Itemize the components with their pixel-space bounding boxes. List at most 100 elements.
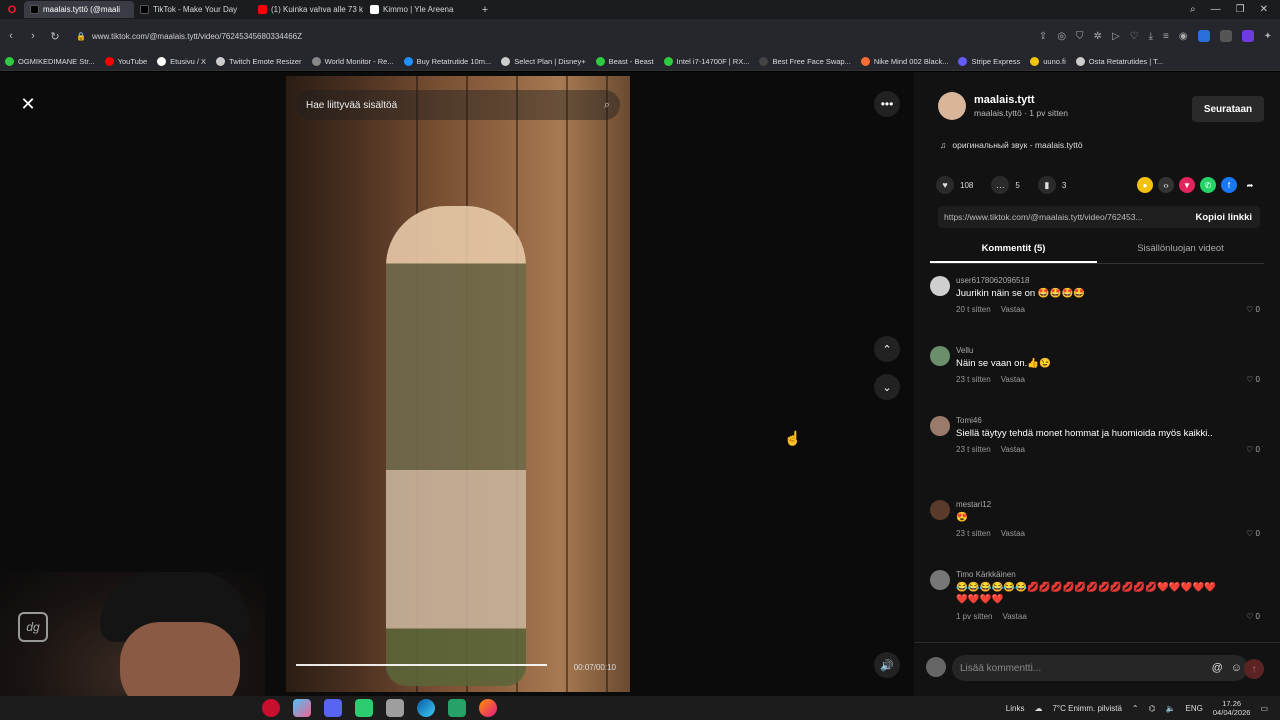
comment-user[interactable]: Vellu — [956, 346, 1226, 355]
avatar[interactable] — [930, 276, 950, 296]
heart-icon[interactable]: ♡ — [1130, 31, 1139, 42]
reply-button[interactable]: Vastaa — [1002, 612, 1026, 621]
facebook-icon[interactable]: f — [1221, 177, 1237, 193]
reply-button[interactable]: Vastaa — [1001, 529, 1025, 538]
follow-button[interactable]: Seurataan — [1192, 96, 1264, 122]
author-name[interactable]: maalais.tytt — [974, 94, 1068, 106]
translate-ext-icon[interactable] — [1197, 30, 1210, 42]
minimize-icon[interactable]: — — [1211, 4, 1221, 15]
bookmark-item[interactable]: Stripe Express — [953, 57, 1025, 66]
comment-user[interactable]: Tomi46 — [956, 416, 1226, 425]
avatar[interactable] — [938, 92, 966, 120]
weather-text[interactable]: 7°C Enimm. pilvistä — [1052, 704, 1121, 713]
previous-video-icon[interactable]: ⌃ — [874, 336, 900, 362]
coin-share-icon[interactable]: ● — [1137, 177, 1153, 193]
related-search-input[interactable]: Hae liittyvää sisältöä ⌕ — [296, 90, 620, 120]
comment-button[interactable]: … 5 — [991, 176, 1020, 194]
purple-ext-icon[interactable] — [1241, 30, 1254, 42]
notification-icon[interactable]: ▭ — [1260, 704, 1268, 713]
video-progress-bar[interactable] — [296, 664, 548, 666]
whatsapp-icon[interactable]: ✆ — [1200, 177, 1216, 193]
save-button[interactable]: ▮ 3 — [1037, 176, 1066, 194]
embed-icon[interactable]: ‹› — [1158, 177, 1174, 193]
bookmark-item[interactable]: Nike Mind 002 Black... — [856, 57, 954, 66]
bookmark-item[interactable]: uuno.fi — [1025, 57, 1071, 66]
comment-user[interactable]: Timo Kärkkäinen — [956, 570, 1226, 579]
mention-icon[interactable]: @ — [1212, 662, 1223, 674]
comment-input[interactable]: Lisää kommentti... @ ☺ — [952, 655, 1248, 681]
shield-icon[interactable]: ⛉ — [1076, 31, 1084, 42]
box-ext-icon[interactable] — [1219, 30, 1232, 42]
comment-user[interactable]: user6178062096518 — [956, 276, 1226, 285]
like-button[interactable]: ♥ 108 — [936, 176, 973, 194]
tab-4[interactable]: Kimmo | Yle Areena — [364, 1, 476, 18]
author-info[interactable]: maalais.tytt maalais.tyttö · 1 pv sitten — [938, 92, 1068, 120]
reply-button[interactable]: Vastaa — [1001, 375, 1025, 384]
comment-like-button[interactable]: ♡ 0 — [1246, 612, 1260, 621]
video-player[interactable]: Hae liittyvää sisältöä ⌕ 00:07/00:10 — [286, 76, 630, 692]
search-icon[interactable]: ⌕ — [604, 99, 610, 112]
links-toolbar[interactable]: Links — [1006, 704, 1025, 713]
comment-like-button[interactable]: ♡ 0 — [1246, 305, 1260, 314]
bookmark-item[interactable]: Buy Retatrutide 10m... — [399, 57, 497, 66]
back-icon[interactable]: ‹ — [0, 30, 22, 42]
avatar[interactable] — [930, 416, 950, 436]
play-icon[interactable]: ▷ — [1112, 31, 1120, 42]
next-video-icon[interactable]: ⌄ — [874, 374, 900, 400]
download-icon[interactable]: ⤓ — [1149, 31, 1153, 42]
firefox-icon[interactable] — [479, 699, 497, 717]
tray-arrow-icon[interactable]: ⌃ — [1132, 704, 1139, 713]
bookmark-item[interactable]: Beast - Beast — [591, 57, 659, 66]
maximize-icon[interactable]: ❐ — [1236, 4, 1245, 15]
bookmark-item[interactable]: Etusivu / X — [152, 57, 211, 66]
new-tab-icon[interactable]: + — [476, 4, 494, 16]
clock[interactable]: 17.26 04/04/2026 — [1213, 699, 1251, 717]
comment-user[interactable]: mestari12 — [956, 500, 1226, 509]
share-icon[interactable]: ⇪ — [1039, 31, 1047, 42]
tab-3[interactable]: (1) Kuinka vahva alle 73 k — [252, 1, 364, 18]
tab-creator-videos[interactable]: Sisällönluojan videot — [1097, 238, 1264, 263]
bookmark-item[interactable]: Intel i7-14700F | RX... — [659, 57, 755, 66]
edge-icon[interactable] — [417, 699, 435, 717]
send-comment-icon[interactable]: ↑ — [1244, 659, 1264, 679]
share-arrow-icon[interactable]: ➦ — [1242, 177, 1258, 193]
opera-app-icon[interactable] — [262, 699, 280, 717]
reply-button[interactable]: Vastaa — [1001, 305, 1025, 314]
close-window-icon[interactable]: ✕ — [1260, 4, 1268, 15]
language-indicator[interactable]: ENG — [1186, 704, 1203, 713]
close-icon[interactable]: ✕ — [16, 92, 40, 116]
menu-icon[interactable]: ≡ — [1163, 31, 1169, 42]
tab-2[interactable]: TikTok - Make Your Day — [134, 1, 252, 18]
avatar[interactable] — [930, 346, 950, 366]
music-title[interactable]: оригинальный звук - maalais.tyttö — [952, 140, 1082, 150]
extension-icon[interactable]: ✲ — [1094, 31, 1102, 42]
ai-icon[interactable]: ✦ — [1264, 31, 1272, 42]
comment-like-button[interactable]: ♡ 0 — [1246, 375, 1260, 384]
colorful-app-icon[interactable] — [293, 699, 311, 717]
tab-comments[interactable]: Kommentit (5) — [930, 238, 1097, 263]
bookmark-item[interactable]: World Monitor - Re... — [307, 57, 399, 66]
send-icon[interactable]: ▼ — [1179, 177, 1195, 193]
avatar[interactable] — [930, 500, 950, 520]
bookmark-item[interactable]: Best Free Face Swap... — [754, 57, 855, 66]
video-link[interactable]: https://www.tiktok.com/@maalais.tytt/vid… — [944, 212, 1143, 222]
bookmark-item[interactable]: YouTube — [100, 57, 152, 66]
url-field[interactable]: 🔒 www.tiktok.com/@maalais.tytt/video/762… — [76, 32, 302, 41]
bookmark-item[interactable]: Twitch Emote Resizer — [211, 57, 307, 66]
shield-app-icon[interactable] — [386, 699, 404, 717]
opera-logo-icon[interactable]: O — [0, 0, 24, 19]
bookmark-item[interactable]: OGMIKEDIMANE Str... — [0, 57, 100, 66]
copy-link-button[interactable]: Kopioi linkki — [1188, 212, 1260, 223]
discord-icon[interactable] — [324, 699, 342, 717]
url-text[interactable]: www.tiktok.com/@maalais.tytt/video/76245… — [92, 32, 302, 41]
play-app-icon[interactable] — [448, 699, 466, 717]
tab-1[interactable]: maalais.tyttö (@maali — [24, 1, 134, 18]
green-app-icon[interactable] — [355, 699, 373, 717]
speaker-icon[interactable]: 🔈 — [1166, 704, 1176, 713]
comment-like-button[interactable]: ♡ 0 — [1246, 445, 1260, 454]
comment-like-button[interactable]: ♡ 0 — [1246, 529, 1260, 538]
reply-button[interactable]: Vastaa — [1001, 445, 1025, 454]
network-icon[interactable]: ⌬ — [1149, 704, 1156, 713]
bookmark-item[interactable]: Select Plan | Disney+ — [496, 57, 590, 66]
music-info[interactable]: ♫ оригинальный звук - maalais.tyttö — [940, 140, 1083, 150]
